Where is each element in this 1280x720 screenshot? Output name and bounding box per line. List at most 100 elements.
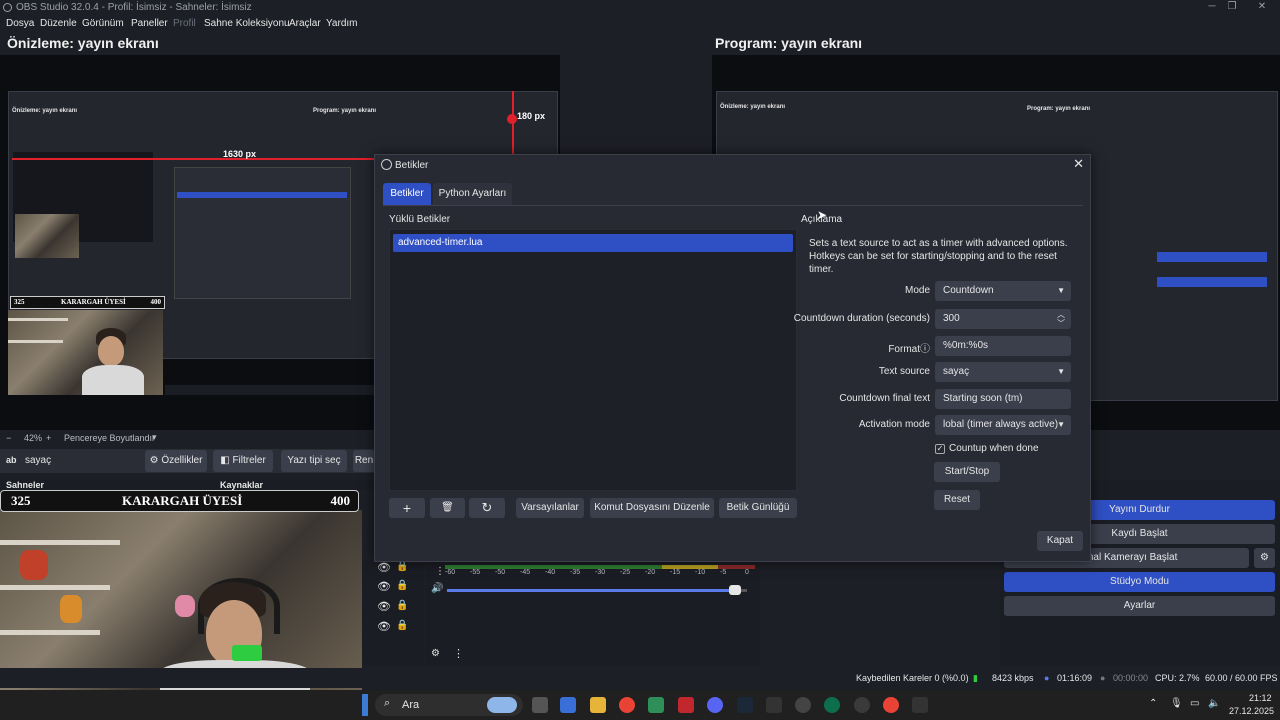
epic-games-icon[interactable]	[766, 697, 782, 713]
app-circle-icon[interactable]	[824, 697, 840, 713]
preview-banner: 325 KARARGAH ÜYESİ 400	[10, 296, 165, 309]
mode-select[interactable]: Countdown ▼	[935, 281, 1071, 301]
mouse-cursor-icon: ➤	[817, 208, 828, 222]
menu-profile[interactable]: Profil	[173, 18, 196, 29]
font-button[interactable]: Yazı tipi seç	[281, 450, 347, 472]
volume-icon[interactable]: 🔈	[1208, 698, 1220, 709]
script-item[interactable]: advanced-timer.lua	[393, 234, 793, 252]
scripts-list[interactable]: advanced-timer.lua	[389, 229, 797, 491]
nested-dialog	[174, 167, 351, 299]
settings-button[interactable]: Ayarlar	[1004, 596, 1275, 616]
app-green-icon[interactable]	[648, 697, 664, 713]
chrome-icon[interactable]	[619, 697, 635, 713]
guide-handle[interactable]	[507, 114, 517, 124]
defaults-button[interactable]: Varsayılanlar	[516, 498, 584, 518]
final-text-field[interactable]: Starting soon (tm)	[935, 389, 1071, 409]
countup-checkbox[interactable]: ✓	[935, 444, 945, 454]
stream-icon: ●	[1044, 673, 1050, 683]
activation-mode-select[interactable]: lobal (timer always active) ▼	[935, 415, 1071, 435]
eye-icon[interactable]: 👁	[377, 620, 391, 633]
source-name: sayaç	[25, 455, 52, 466]
edit-script-button[interactable]: Komut Dosyasını Düzenle	[590, 498, 714, 518]
menu-help[interactable]: Yardım	[326, 18, 358, 29]
text-source-icon: ab	[6, 455, 17, 465]
eye-icon[interactable]: 👁	[377, 600, 391, 613]
sources-dock-title: Kaynaklar	[220, 480, 264, 490]
lock-icon[interactable]: 🔒	[396, 580, 408, 591]
add-script-button[interactable]: +	[389, 498, 425, 518]
search-box[interactable]: ⌕ Ara	[375, 694, 523, 716]
menu-view[interactable]: Görünüm	[82, 18, 124, 29]
network-icon[interactable]: ▭	[1190, 698, 1199, 709]
start-stop-button[interactable]: Start/Stop	[934, 462, 1000, 482]
reload-script-button[interactable]: ↻	[469, 498, 505, 518]
obs-taskbar-icon[interactable]	[854, 697, 870, 713]
mic-icon[interactable]: 🎙	[1170, 698, 1183, 709]
audio-tick-label: -20	[645, 569, 656, 576]
preview-title: Önizleme: yayın ekranı	[7, 35, 159, 51]
maximize-icon[interactable]: ❐	[1220, 0, 1244, 16]
audio-tick-label: -30	[595, 569, 606, 576]
mixer-menu-icon[interactable]: ⋮	[435, 566, 445, 577]
chrome-2-icon[interactable]	[883, 697, 899, 713]
discord-icon[interactable]	[707, 697, 723, 713]
rename-button-partial[interactable]: Ren	[353, 450, 375, 472]
audio-tick-label: -40	[545, 569, 556, 576]
zoom-in-icon[interactable]: +	[46, 433, 51, 443]
fit-window-label[interactable]: Pencereye Boyutlandır	[64, 433, 155, 443]
scenes-dock-title: Sahneler	[6, 480, 45, 490]
volume-slider-handle[interactable]	[729, 585, 741, 595]
volume-fill	[447, 589, 735, 592]
chevron-down-icon: ▼	[1057, 420, 1065, 429]
speaker-icon[interactable]: 🔊	[431, 583, 443, 594]
mixer-settings-icon[interactable]: ⚙	[431, 648, 440, 659]
eye-icon[interactable]: 👁	[377, 580, 391, 593]
format-field[interactable]: %0m:%0s	[935, 336, 1071, 356]
menu-scene-collection[interactable]: Sahne Koleksiyonu	[204, 18, 290, 29]
properties-button[interactable]: ⚙ Özellikler	[145, 450, 207, 472]
steam-icon[interactable]	[737, 697, 753, 713]
text-source-select[interactable]: sayaç ▼	[935, 362, 1071, 382]
store-icon[interactable]	[560, 697, 576, 713]
spin-arrows-icon[interactable]: ︿ ﹀	[1057, 310, 1065, 328]
help-icon[interactable]: ⓘ	[920, 344, 930, 355]
studio-mode-button[interactable]: Stüdyo Modu	[1004, 572, 1275, 592]
audio-tick-label: -55	[470, 569, 481, 576]
audio-mixer: -60 -55 -50 -45 -40 -35 -30 -25 -20 -15 -10 -5 0 ⋮ 🔊…	[425, 560, 760, 666]
file-explorer-icon[interactable]	[590, 697, 606, 713]
menu-edit[interactable]: Düzenle	[40, 18, 77, 29]
lock-icon[interactable]: 🔒	[396, 620, 408, 631]
lock-icon[interactable]: 🔒	[396, 561, 408, 572]
lock-icon[interactable]: 🔒	[396, 600, 408, 611]
tray-chevron-icon[interactable]: ⌃	[1149, 698, 1157, 709]
menu-tools[interactable]: Araçlar	[289, 18, 321, 29]
remove-script-button[interactable]: 🗑	[430, 498, 465, 518]
filters-button[interactable]: ◧ Filtreler	[213, 450, 273, 472]
reset-button[interactable]: Reset	[934, 490, 980, 510]
webcam-overlay	[0, 510, 362, 690]
docks-header: Sahneler Kaynaklar	[0, 480, 375, 490]
epic-games-2-icon[interactable]	[912, 697, 928, 713]
scripts-dialog: Betikler ✕ Betikler Python Ayarları Yükl…	[374, 154, 1091, 562]
audio-tick-label: 0	[745, 569, 749, 576]
app-red-icon[interactable]	[678, 697, 694, 713]
script-log-button[interactable]: Betik Günlüğü	[719, 498, 797, 518]
fit-dropdown-icon[interactable]: ▾	[152, 432, 157, 443]
zoom-out-icon[interactable]: −	[6, 433, 11, 443]
menu-docks[interactable]: Paneller	[131, 18, 168, 29]
virtual-camera-settings-icon[interactable]: ⚙	[1254, 548, 1275, 568]
task-view-icon[interactable]	[532, 697, 548, 713]
audio-tick-label: -25	[620, 569, 631, 576]
menu-file[interactable]: Dosya	[6, 18, 34, 29]
dialog-close-icon[interactable]: ✕	[1073, 156, 1084, 172]
eye-icon[interactable]: 👁	[377, 561, 391, 574]
mixer-more-icon[interactable]: ⋮	[453, 647, 464, 660]
duration-spinbox[interactable]: 300 ︿ ﹀	[935, 309, 1071, 329]
nested-taskbar	[165, 385, 375, 395]
close-dialog-button[interactable]: Kapat	[1037, 531, 1083, 551]
close-window-icon[interactable]: ✕	[1250, 0, 1274, 16]
start-edge-icon[interactable]	[362, 694, 368, 716]
tab-scripts[interactable]: Betikler	[383, 183, 431, 205]
chatgpt-icon[interactable]	[795, 697, 811, 713]
tab-python-settings[interactable]: Python Ayarları	[433, 183, 512, 205]
